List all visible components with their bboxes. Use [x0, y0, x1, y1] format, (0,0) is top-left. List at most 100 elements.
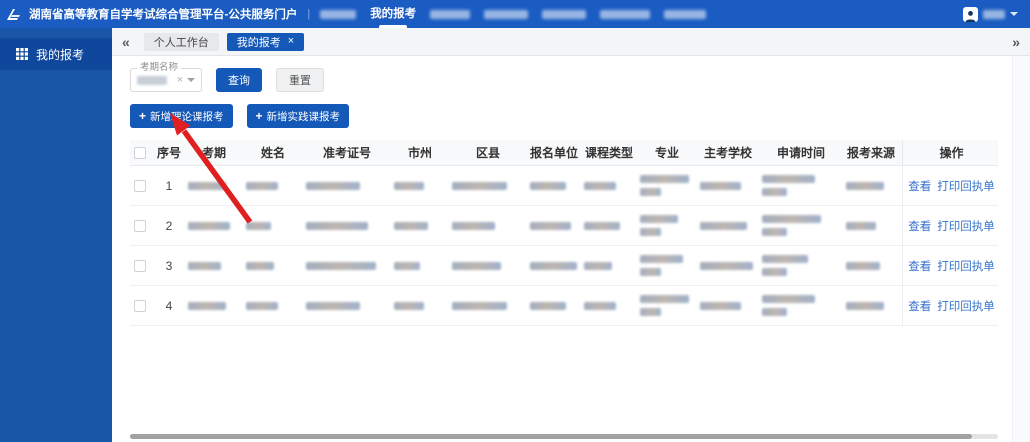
cell-redacted [762, 166, 846, 205]
expand-tabs-icon[interactable]: » [1012, 35, 1020, 49]
cell-redacted [394, 286, 452, 325]
redacted-text [306, 301, 360, 310]
cell-redacted [640, 246, 700, 285]
column-header: 市州 [407, 146, 432, 160]
cell-redacted [530, 246, 584, 285]
cell-redacted [846, 286, 902, 325]
redacted-text [584, 301, 616, 310]
row-checkbox[interactable] [134, 299, 146, 312]
collapse-tabs-icon[interactable]: « [122, 35, 130, 49]
redacted-text [640, 175, 689, 183]
cell-redacted [530, 166, 584, 205]
row-checkbox[interactable] [134, 179, 146, 192]
redacted-text [584, 261, 612, 270]
redacted-text [640, 228, 661, 236]
select-all-checkbox[interactable] [134, 146, 146, 159]
redacted-text [530, 301, 566, 310]
table-row: 4 查看 打印回执单 [130, 286, 998, 326]
redacted-text [640, 215, 678, 223]
redacted-text [394, 181, 424, 190]
nav-item-my-registration[interactable]: 我的报考 [370, 0, 416, 28]
reset-button[interactable]: 重置 [276, 68, 324, 92]
cell-redacted [306, 206, 394, 245]
column-header: 序号 [156, 146, 181, 160]
select-caret-icon [187, 78, 195, 82]
nav-item-redacted[interactable] [600, 9, 651, 19]
print-receipt-link[interactable]: 打印回执单 [937, 298, 995, 314]
print-receipt-link[interactable]: 打印回执单 [937, 258, 995, 274]
cell-actions: 查看 打印回执单 [902, 166, 998, 205]
table-row: 1 查看 打印回执单 [130, 166, 998, 206]
sidebar-item-label: 我的报考 [36, 47, 85, 62]
redacted-text [584, 181, 616, 190]
redacted-text [530, 221, 571, 230]
tab-personal-workbench[interactable]: 个人工作台 [143, 32, 219, 51]
redacted-text [306, 221, 368, 230]
view-link[interactable]: 查看 [908, 298, 931, 314]
print-receipt-link[interactable]: 打印回执单 [937, 178, 995, 194]
view-link[interactable]: 查看 [908, 258, 931, 274]
cell-redacted [246, 246, 306, 285]
redacted-text [700, 181, 741, 190]
redacted-text [584, 221, 620, 230]
query-button[interactable]: 查询 [216, 68, 262, 92]
redacted-text [452, 301, 507, 310]
redacted-text [306, 261, 376, 270]
toolbar: + 新增理论课报考 + 新增实践课报考 [130, 104, 1030, 128]
cell-redacted [762, 206, 846, 245]
add-theory-course-button[interactable]: + 新增理论课报考 [130, 104, 233, 128]
cell-redacted [762, 246, 846, 285]
cell-redacted [394, 206, 452, 245]
cell-redacted [188, 246, 246, 285]
nav-item-redacted[interactable] [320, 9, 357, 19]
cell-redacted [188, 206, 246, 245]
cell-redacted [846, 206, 902, 245]
plus-icon: + [255, 109, 263, 123]
view-link[interactable]: 查看 [908, 178, 931, 194]
horizontal-scrollbar-thumb[interactable] [130, 434, 972, 439]
row-checkbox[interactable] [134, 259, 146, 272]
registration-table: 序号 考期 姓名 准考证号 市州 区县 报名单位 课程类型 专业 主考学校 申请时间 报考来源 操作 1… [130, 140, 998, 326]
cell-redacted [584, 246, 640, 285]
add-practice-course-button[interactable]: + 新增实践课报考 [246, 104, 350, 128]
sidebar-item-my-registration[interactable]: 我的报考 [0, 38, 112, 70]
cell-redacted [452, 246, 530, 285]
exam-period-select[interactable]: 考期名称 × [130, 62, 202, 92]
redacted-text [762, 295, 815, 303]
view-link[interactable]: 查看 [908, 218, 931, 234]
print-receipt-link[interactable]: 打印回执单 [937, 218, 995, 234]
nav-item-redacted[interactable] [542, 9, 587, 19]
redacted-text [246, 301, 278, 310]
redacted-text [846, 301, 884, 310]
tab-label: 个人工作台 [153, 36, 209, 49]
redacted-text [762, 255, 808, 263]
top-bar: 湖南省高等教育自学考试综合管理平台-公共服务门户 | 我的报考 [0, 0, 1030, 28]
column-header: 姓名 [260, 146, 285, 160]
redacted-text [246, 221, 271, 230]
redacted-text [452, 221, 495, 230]
nav-item-redacted[interactable] [484, 9, 529, 19]
nav-item-redacted[interactable] [664, 9, 707, 19]
exam-period-label: 考期名称 [137, 62, 182, 74]
tab-my-registration[interactable]: 我的报考 × [226, 32, 305, 51]
clear-select-icon[interactable]: × [177, 74, 183, 86]
user-menu[interactable] [963, 6, 1018, 22]
cell-redacted [452, 166, 530, 205]
cell-redacted [246, 206, 306, 245]
cell-redacted [584, 286, 640, 325]
cell-actions: 查看 打印回执单 [902, 286, 998, 325]
redacted-text [762, 228, 787, 236]
cell-actions: 查看 打印回执单 [902, 206, 998, 245]
close-tab-icon[interactable]: × [288, 36, 294, 47]
plus-icon: + [139, 109, 147, 123]
cell-redacted [306, 246, 394, 285]
cell-redacted [640, 166, 700, 205]
cell-redacted [306, 286, 394, 325]
nav-item-redacted[interactable] [430, 9, 471, 19]
cell-redacted [246, 166, 306, 205]
row-checkbox[interactable] [134, 219, 146, 232]
redacted-text [246, 261, 274, 270]
add-theory-course-label: 新增理论课报考 [150, 110, 224, 123]
cell-redacted [530, 286, 584, 325]
redacted-text [762, 308, 787, 316]
